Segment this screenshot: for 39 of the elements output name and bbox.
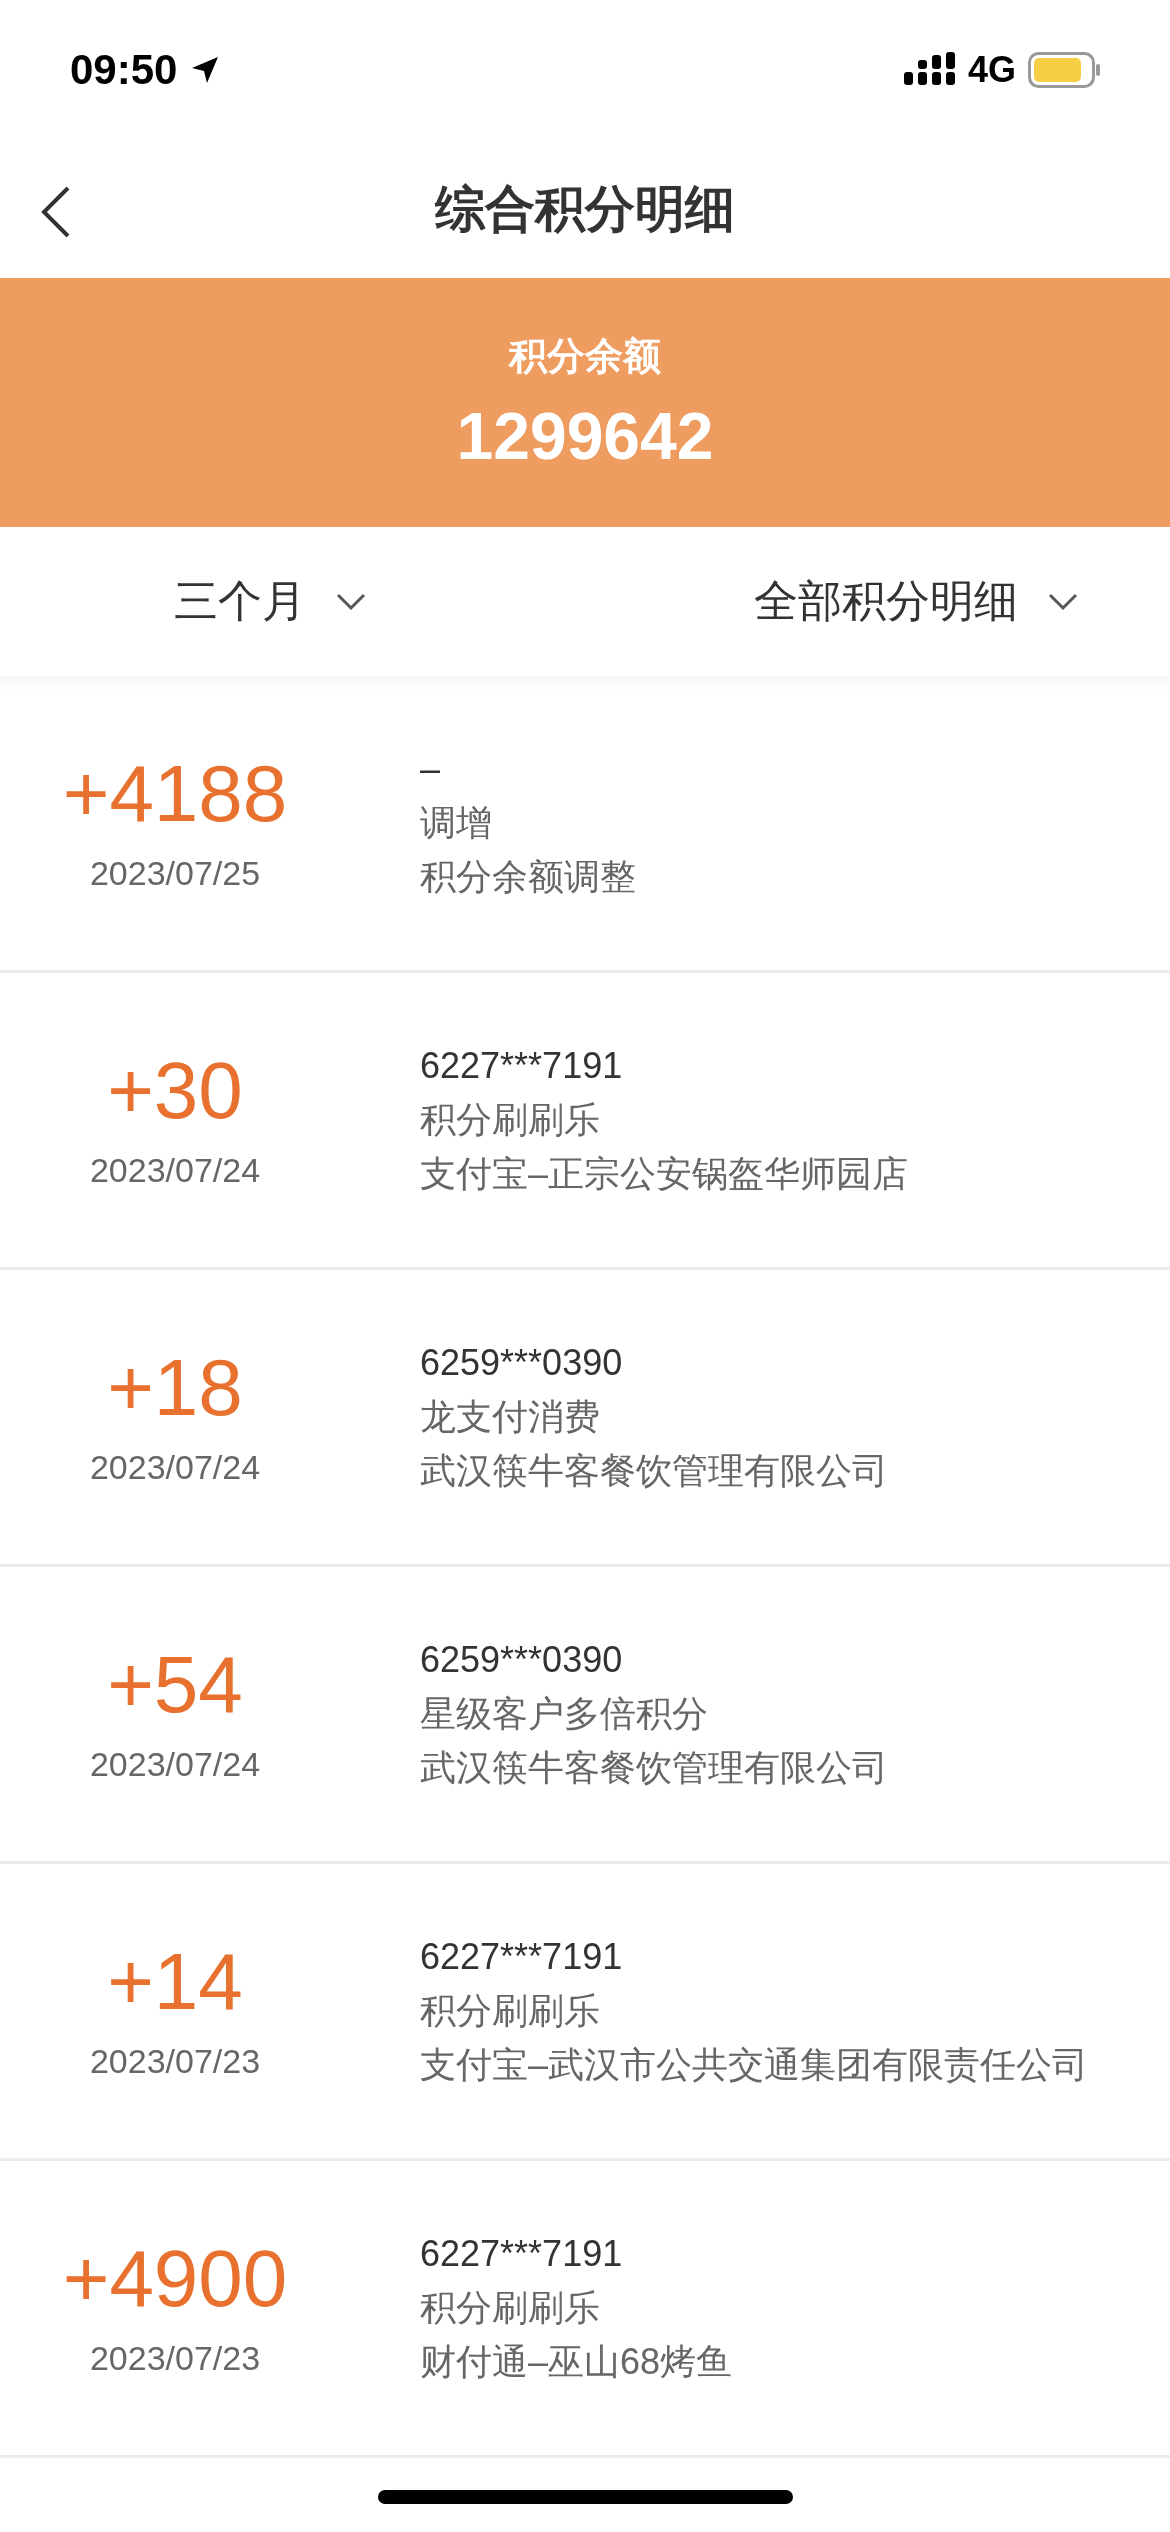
merchant-name: 支付宝–正宗公安锅盔华师园店: [420, 1155, 909, 1193]
card-number: 6227***7191: [420, 1047, 624, 1085]
card-number: 6227***7191: [420, 2235, 624, 2273]
points-amount: +14: [107, 1941, 243, 2022]
points-amount: +18: [107, 1347, 243, 1428]
transaction-type: 积分刷刷乐: [420, 1992, 601, 2030]
transaction-type: 星级客户多倍积分: [420, 1695, 709, 1733]
network-label: 4G: [967, 49, 1016, 91]
balance-value: 1299642: [456, 398, 714, 474]
card-number: 6259***0390: [420, 1344, 624, 1382]
merchant-name: 财付通–巫山68烤鱼: [420, 2343, 733, 2381]
card-number: 6259***0390: [420, 1641, 624, 1679]
record-date: 2023/07/23: [89, 2041, 261, 2081]
points-amount: +4900: [62, 2238, 288, 2319]
merchant-name: 支付宝–武汉市公共交通集团有限责任公司: [420, 2046, 1089, 2084]
page-title: 综合积分明细: [435, 179, 735, 239]
merchant-name: 武汉筷牛客餐饮管理有限公司: [420, 1452, 888, 1490]
points-amount: +54: [107, 1644, 243, 1725]
balance-label: 积分余额: [509, 334, 661, 379]
filter-dropdown[interactable]: 三个月: [173, 572, 366, 631]
record-date: 2023/07/25: [89, 853, 261, 893]
points-amount: +4188: [62, 753, 288, 834]
record-date: 2023/07/24: [89, 1447, 261, 1487]
record-date: 2023/07/23: [89, 2338, 261, 2378]
transaction-type: 积分刷刷乐: [420, 1101, 601, 1139]
transaction-type: 积分刷刷乐: [420, 2289, 601, 2327]
battery-icon: [1028, 52, 1100, 88]
filter-dropdown[interactable]: 全部积分明细: [754, 572, 1078, 631]
record-date: 2023/07/24: [89, 1150, 261, 1190]
points-amount: +30: [107, 1050, 243, 1131]
card-number: –: [420, 750, 442, 788]
transaction-type: 龙支付消费: [420, 1398, 601, 1436]
record-date: 2023/07/24: [89, 1744, 261, 1784]
card-number: 6227***7191: [420, 1938, 624, 1976]
merchant-name: 武汉筷牛客餐饮管理有限公司: [420, 1749, 888, 1787]
signal-icon: [903, 52, 956, 88]
transaction-type: 调增: [420, 804, 493, 842]
merchant-name: 积分余额调整: [420, 858, 636, 896]
status-time: 09:50: [70, 46, 178, 94]
